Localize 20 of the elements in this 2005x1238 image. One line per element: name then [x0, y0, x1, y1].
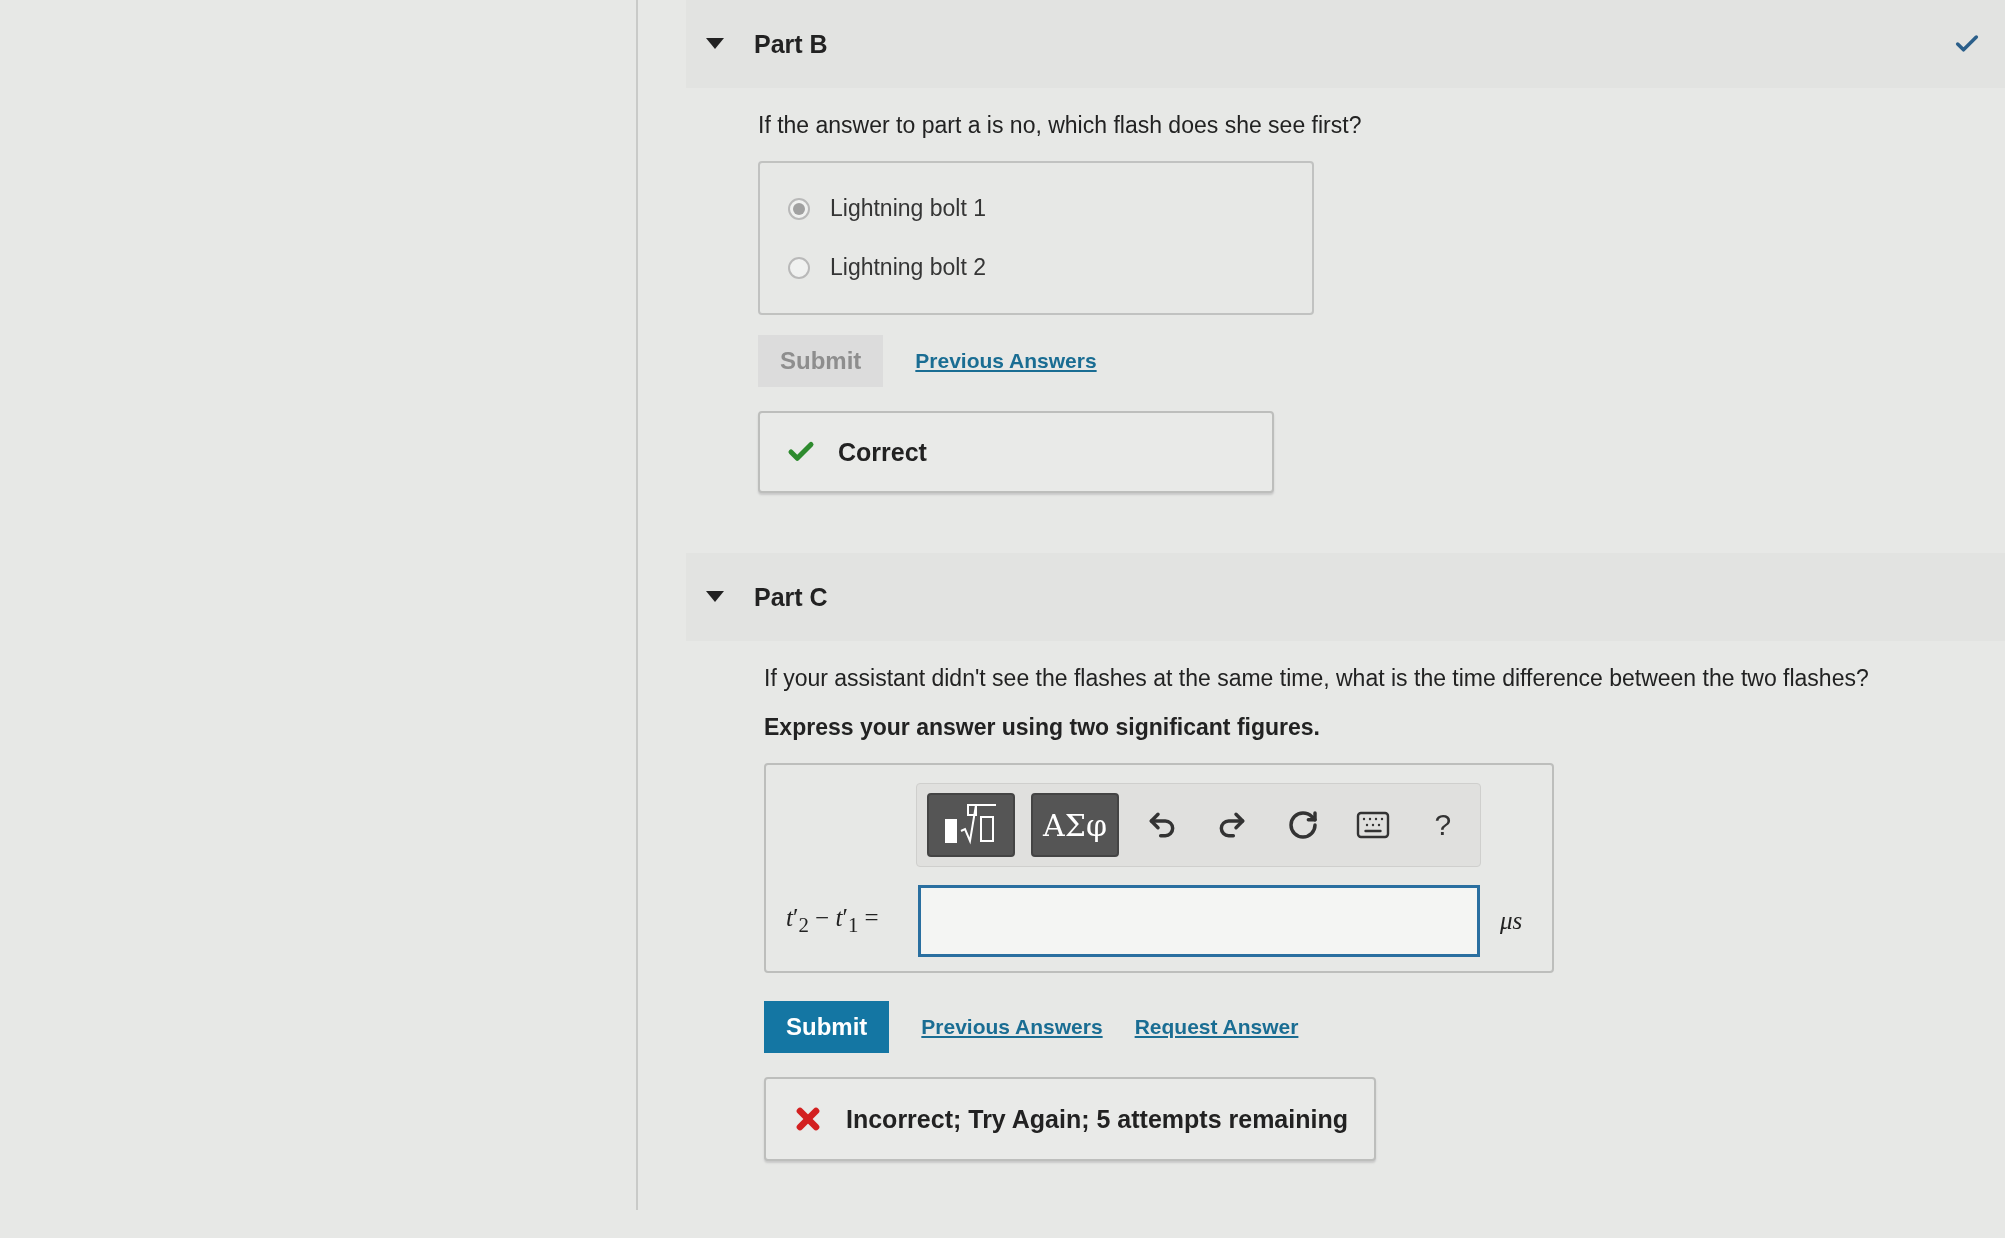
answer-field[interactable] [918, 885, 1480, 957]
reset-icon [1286, 809, 1319, 841]
symbols-button[interactable]: ΑΣφ [1031, 793, 1119, 857]
feedback-text: Correct [838, 437, 927, 467]
unit-label: μs [1500, 907, 1523, 935]
part-title: Part C [754, 582, 828, 612]
question-text: If your assistant didn't see the flashes at the same time, what is the time difference between the two flashes? [764, 665, 1869, 692]
answer-link[interactable]: Previous Answers [921, 1015, 1103, 1039]
submit-button[interactable]: Submit [764, 1001, 890, 1053]
equation-label: t′$_{2}$ − t′$_{1}$ = [786, 904, 880, 938]
help-button[interactable]: ? [1415, 797, 1470, 853]
instruction-text: Express your answer using two significant figures. [764, 714, 1320, 741]
option-label: Lightning bolt 2 [830, 254, 986, 281]
answer-link[interactable]: Request Answer [1134, 1015, 1299, 1039]
feedback-text: Incorrect; Try Again; 5 attempts remaining [846, 1104, 1348, 1134]
part-title: Part B [754, 29, 828, 59]
question-text: If the answer to part a is no, which flash does she see first? [758, 112, 1362, 139]
caret-icon[interactable] [706, 591, 724, 603]
templates-button[interactable] [927, 793, 1015, 857]
option-label: Lightning bolt 1 [830, 195, 986, 222]
